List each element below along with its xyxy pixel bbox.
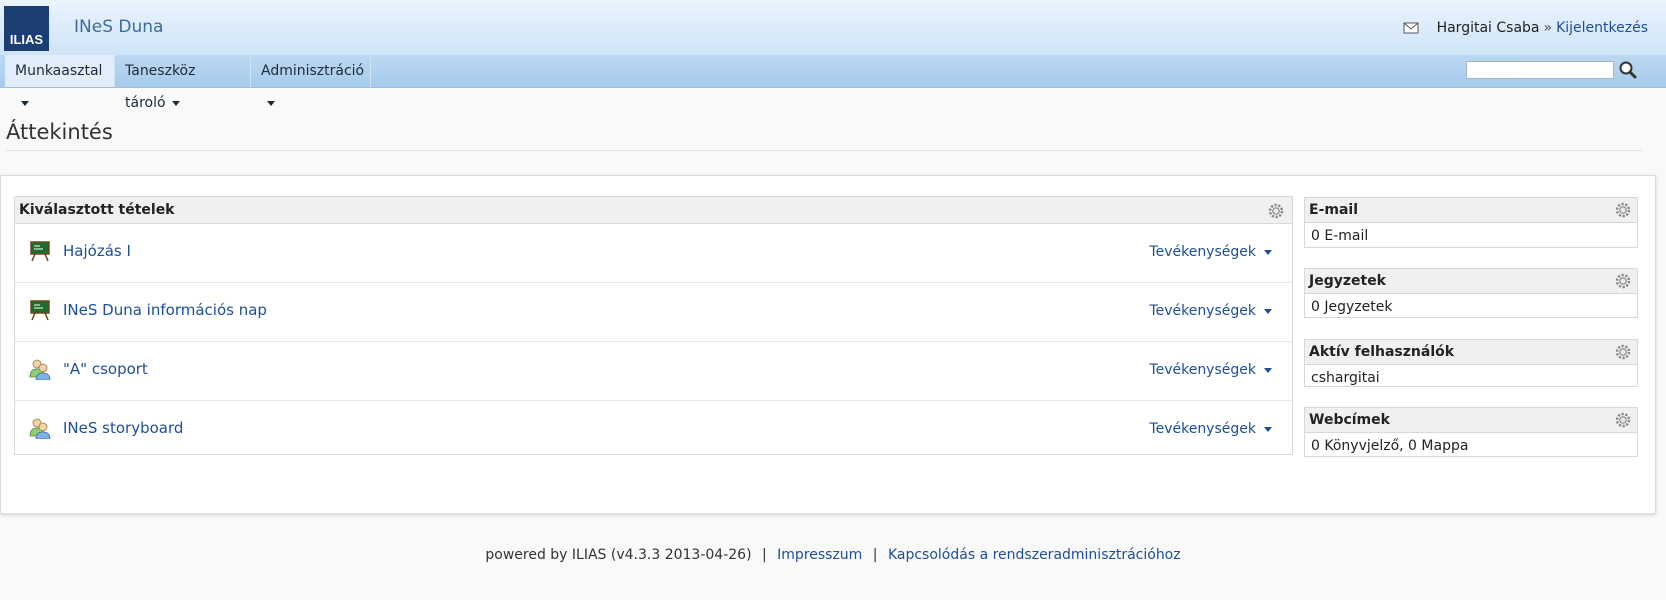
page-title: Áttekintés [6,120,113,144]
course-icon [29,240,51,262]
group-icon [29,417,51,440]
list-item: INeS Duna információs nap Tevékenységek [15,283,1292,342]
main-menu: Munkaasztal Taneszköz tároló Adminisztrá… [0,55,1666,111]
contact-admin-link[interactable]: Kapcsolódás a rendszeradminisztrációhoz [888,547,1181,563]
email-block-header: E-mail [1305,198,1637,223]
actions-label: Tevékenységek [1149,421,1256,437]
gear-icon[interactable] [1615,273,1631,289]
email-block: E-mail 0 E-mail [1304,197,1638,248]
user-separator: » [1543,20,1553,36]
user-name: Hargitai Csaba [1436,20,1540,36]
bookmarks-block-body: 0 Könyvjelző, 0 Mappa [1311,438,1469,454]
selected-items-title: Kiválasztott tételek [19,202,175,218]
notes-block-header: Jegyzetek [1305,269,1637,294]
selected-items-block: Kiválasztott tételek Hajózás I Tevékenys… [14,196,1293,455]
chevron-down-icon [1264,249,1272,255]
gear-icon[interactable] [1268,202,1284,219]
menu-item-label: Taneszköz tároló [125,63,196,111]
chevron-down-icon [1264,367,1272,373]
imprint-link[interactable]: Impresszum [777,547,862,563]
active-users-block-title: Aktív felhasználók [1309,344,1455,360]
actions-label: Tevékenységek [1149,362,1256,378]
actions-label: Tevékenységek [1149,244,1256,260]
menu-item-taneszkoz-tarolo[interactable]: Taneszköz tároló [115,55,251,111]
actions-dropdown[interactable]: Tevékenységek [1149,244,1272,260]
chevron-down-icon [267,100,275,106]
active-users-block-header: Aktív felhasználók [1305,340,1637,365]
menu-item-adminisztracio[interactable]: Adminisztráció [251,55,371,106]
user-area: Hargitai Csaba » Kijelentkezés [1403,20,1648,36]
search-input[interactable] [1466,61,1614,79]
mail-icon[interactable] [1403,22,1419,34]
gear-icon[interactable] [1615,344,1631,360]
menu-item-munkaasztal[interactable]: Munkaasztal [5,55,115,106]
item-title-link[interactable]: "A" csoport [63,360,148,378]
gear-icon[interactable] [1615,202,1631,218]
email-block-title: E-mail [1309,202,1359,218]
chevron-down-icon [21,100,29,106]
item-title-link[interactable]: Hajózás I [63,242,131,260]
menu-item-label: Munkaasztal [15,63,103,79]
list-item: Hajózás I Tevékenységek [15,224,1292,283]
active-users-block-body: cshargitai [1311,370,1380,386]
bookmarks-block-header: Webcímek [1305,408,1637,433]
item-title-link[interactable]: INeS Duna információs nap [63,301,267,319]
actions-dropdown[interactable]: Tevékenységek [1149,303,1272,319]
bookmarks-block-title: Webcímek [1309,412,1390,428]
chevron-down-icon [171,100,180,106]
actions-dropdown[interactable]: Tevékenységek [1149,421,1272,437]
item-title-link[interactable]: INeS storyboard [63,419,183,437]
bookmarks-block: Webcímek 0 Könyvjelző, 0 Mappa [1304,407,1638,457]
footer-separator: | [761,547,767,563]
actions-label: Tevékenységek [1149,303,1256,319]
search-icon[interactable] [1618,60,1638,80]
course-icon [29,299,51,321]
footer: powered by ILIAS (v4.3.3 2013-04-26) | I… [0,547,1666,563]
actions-dropdown[interactable]: Tevékenységek [1149,362,1272,378]
header: ILIAS INeS Duna Hargitai Csaba » Kijelen… [0,0,1666,55]
email-block-body: 0 E-mail [1311,228,1369,244]
chevron-down-icon [1264,308,1272,314]
site-title: INeS Duna [74,17,164,37]
notes-block: Jegyzetek 0 Jegyzetek [1304,268,1638,318]
footer-separator: | [872,547,878,563]
group-icon [29,358,51,381]
gear-icon[interactable] [1615,412,1631,428]
list-item: "A" csoport Tevékenységek [15,342,1292,401]
menu-item-label: Adminisztráció [261,63,365,79]
notes-block-body: 0 Jegyzetek [1311,299,1393,315]
chevron-down-icon [1264,426,1272,432]
logo-text: ILIAS [9,32,44,47]
ilias-logo[interactable]: ILIAS [4,6,49,51]
active-users-block: Aktív felhasználók cshargitai [1304,339,1638,387]
list-item: INeS storyboard Tevékenységek [15,401,1292,459]
powered-by-text: powered by ILIAS (v4.3.3 2013-04-26) [485,547,752,563]
logout-link[interactable]: Kijelentkezés [1556,20,1648,36]
selected-items-header: Kiválasztott tételek [15,197,1292,224]
notes-block-title: Jegyzetek [1309,273,1386,289]
title-divider [6,150,1642,151]
